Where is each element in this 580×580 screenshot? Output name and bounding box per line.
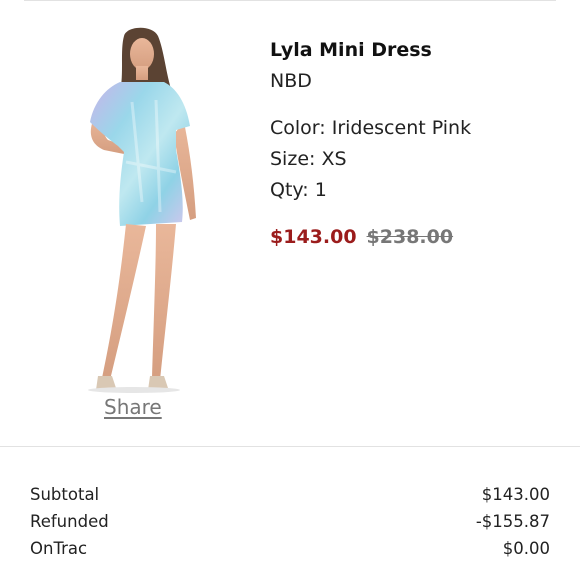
summary-value: $143.00 — [481, 485, 550, 504]
product-name[interactable]: Lyla Mini Dress — [270, 36, 471, 64]
original-price: $238.00 — [366, 226, 454, 248]
size-attribute: Size: XS — [270, 148, 347, 170]
summary-row-shipping: OnTrac $0.00 — [30, 537, 550, 564]
share-link[interactable]: Share — [104, 395, 166, 419]
summary-label: Subtotal — [30, 485, 100, 504]
item-attributes: Color: Iridescent Pink Size: XS Qty: 1 — [270, 114, 471, 207]
summary-label: Refunded — [30, 512, 109, 531]
item-details: Lyla Mini Dress NBD Color: Iridescent Pi… — [270, 36, 471, 251]
summary-value: -$155.87 — [475, 512, 550, 531]
sale-price: $143.00 — [270, 226, 357, 248]
price-block: $143.00 $238.00 — [270, 223, 471, 251]
summary-value: $0.00 — [502, 539, 550, 558]
summary-row-refunded: Refunded -$155.87 — [30, 510, 550, 537]
product-image[interactable] — [72, 22, 202, 394]
top-divider — [24, 0, 556, 1]
quantity-attribute: Qty: 1 — [270, 179, 327, 201]
order-summary: Subtotal $143.00 Refunded -$155.87 OnTra… — [30, 483, 550, 564]
summary-row-subtotal: Subtotal $143.00 — [30, 483, 550, 510]
brand-name[interactable]: NBD — [270, 67, 471, 95]
summary-label: OnTrac — [30, 539, 88, 558]
order-item-view: Share Lyla Mini Dress NBD Color: Iridesc… — [0, 0, 580, 580]
color-attribute: Color: Iridescent Pink — [270, 117, 472, 139]
section-divider — [0, 446, 580, 447]
